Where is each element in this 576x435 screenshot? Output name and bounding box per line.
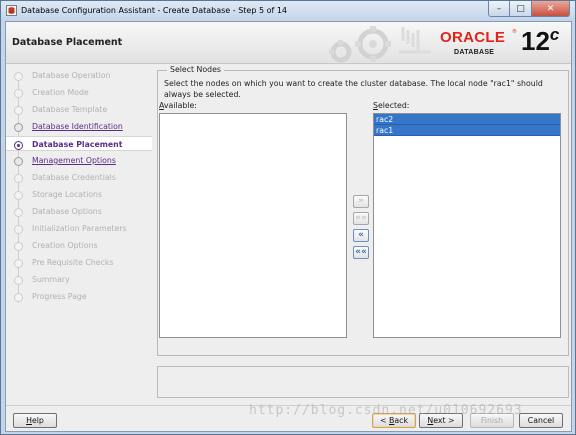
step-status-icon — [14, 106, 23, 115]
available-label: Available: — [159, 101, 197, 110]
step-label: Creation Options — [32, 241, 98, 250]
step-label: Progress Page — [32, 292, 87, 301]
step-item: Database Operation — [6, 68, 152, 83]
select-nodes-instruction: Select the nodes on which you want to cr… — [164, 79, 543, 99]
selected-nodes-list[interactable]: rac2 rac1 — [373, 113, 561, 338]
window-controls: – □ ✕ — [488, 1, 570, 17]
blog-watermark: http://blog.csdn.net/u010692693 — [249, 403, 523, 418]
available-nodes-list[interactable] — [159, 113, 347, 338]
step-status-icon — [14, 259, 23, 268]
selected-node-item[interactable]: rac1 — [374, 125, 560, 136]
step-label: Database Placement — [32, 140, 123, 149]
step-label: Creation Mode — [32, 88, 89, 97]
step-item: Storage Locations — [6, 187, 152, 202]
oracle-registered-mark: ® — [512, 29, 517, 35]
oracle-version: 12c — [521, 25, 560, 56]
app-icon — [6, 5, 17, 16]
title-bar[interactable]: Database Configuration Assistant - Creat… — [1, 1, 575, 21]
step-item: Pre Requisite Checks — [6, 255, 152, 270]
step-status-icon — [14, 191, 23, 200]
selected-node-item[interactable]: rac2 — [374, 114, 560, 125]
step-item: Database Options — [6, 204, 152, 219]
move-all-right-button[interactable]: »» — [353, 212, 369, 225]
step-label: Database Credentials — [32, 173, 116, 182]
step-item: Initialization Parameters — [6, 221, 152, 236]
step-label: Database Operation — [32, 71, 111, 80]
oracle-logo: ORACLE — [440, 29, 506, 46]
step-label: Database Identification — [32, 122, 123, 131]
step-status-icon — [14, 208, 23, 217]
step-status-icon — [14, 225, 23, 234]
window-title: Database Configuration Assistant - Creat… — [21, 6, 288, 15]
step-item: Creation Options — [6, 238, 152, 253]
page-header: Database Placement ORACLE ® DATABASE 12c — [6, 22, 571, 64]
selected-label: Selected: — [373, 101, 410, 110]
message-pane — [157, 366, 569, 398]
step-label: Storage Locations — [32, 190, 103, 199]
step-status-icon — [14, 174, 23, 183]
step-label: Initialization Parameters — [32, 224, 127, 233]
dialog-client-area: Database Placement ORACLE ® DATABASE 12c… — [5, 21, 572, 432]
step-label: Management Options — [32, 156, 116, 165]
move-right-button[interactable]: » — [353, 195, 369, 208]
move-left-button[interactable]: « — [353, 229, 369, 242]
step-item: Database Placement — [6, 136, 152, 151]
dbca-window: Database Configuration Assistant - Creat… — [0, 0, 576, 435]
step-label: Database Options — [32, 207, 102, 216]
step-status-icon — [14, 276, 23, 285]
step-status-icon — [14, 89, 23, 98]
step-status-icon — [14, 123, 23, 132]
gears-graphic-icon — [329, 26, 431, 63]
step-item: Database Template — [6, 102, 152, 117]
move-all-left-button[interactable]: «« — [353, 246, 369, 259]
step-status-icon — [14, 242, 23, 251]
help-button[interactable]: Help — [13, 413, 57, 428]
step-item: Creation Mode — [6, 85, 152, 100]
oracle-database-label: DATABASE — [454, 49, 495, 56]
step-status-icon — [14, 293, 23, 302]
step-navigator: Database Operation Creation Mode Database … — [6, 65, 152, 385]
minimize-button[interactable]: – — [488, 1, 510, 17]
step-item[interactable]: Database Identification — [6, 119, 152, 134]
step-label: Database Template — [32, 105, 108, 114]
step-status-icon — [14, 157, 23, 166]
step-label: Pre Requisite Checks — [32, 258, 114, 267]
step-status-icon — [14, 141, 23, 150]
cancel-button[interactable]: Cancel — [519, 413, 563, 428]
step-status-icon — [14, 72, 23, 81]
step-item: Progress Page — [6, 289, 152, 304]
step-label: Summary — [32, 275, 70, 284]
step-item: Database Credentials — [6, 170, 152, 185]
maximize-button[interactable]: □ — [510, 1, 532, 17]
close-button[interactable]: ✕ — [532, 1, 570, 17]
page-title: Database Placement — [12, 37, 123, 48]
step-item: Summary — [6, 272, 152, 287]
step-item[interactable]: Management Options — [6, 153, 152, 168]
select-nodes-legend: Select Nodes — [167, 65, 224, 74]
